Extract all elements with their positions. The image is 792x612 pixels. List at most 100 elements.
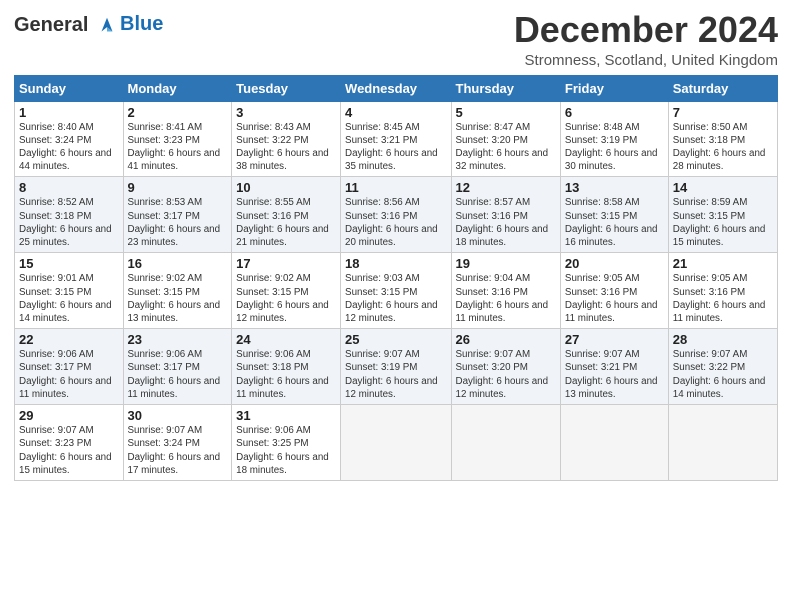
header: General Blue December 2024 Stromness, Sc… [14,10,778,69]
day-number: 5 [456,105,556,120]
cell-content: 23Sunrise: 9:06 AMSunset: 3:17 PMDayligh… [128,332,228,401]
calendar-cell: 8Sunrise: 8:52 AMSunset: 3:18 PMDaylight… [15,177,124,253]
daylight-label: Daylight: 6 hours and 12 minutes. [345,376,438,400]
cell-content: 8Sunrise: 8:52 AMSunset: 3:18 PMDaylight… [19,180,119,249]
daylight-label: Daylight: 6 hours and 16 minutes. [565,224,658,248]
sunset-label: Sunset: 3:16 PM [673,287,745,298]
calendar-cell: 10Sunrise: 8:55 AMSunset: 3:16 PMDayligh… [232,177,341,253]
cell-content: 13Sunrise: 8:58 AMSunset: 3:15 PMDayligh… [565,180,664,249]
cell-content: 20Sunrise: 9:05 AMSunset: 3:16 PMDayligh… [565,256,664,325]
sunset-label: Sunset: 3:24 PM [19,135,91,146]
calendar-cell: 21Sunrise: 9:05 AMSunset: 3:16 PMDayligh… [668,253,777,329]
calendar-week-4: 22Sunrise: 9:06 AMSunset: 3:17 PMDayligh… [15,329,778,405]
sunrise-label: Sunrise: 8:48 AM [565,122,640,133]
day-number: 20 [565,256,664,271]
sunrise-label: Sunrise: 8:40 AM [19,122,94,133]
sunrise-label: Sunrise: 8:58 AM [565,197,640,208]
sunrise-label: Sunrise: 8:43 AM [236,122,311,133]
daylight-label: Daylight: 6 hours and 17 minutes. [128,452,221,476]
day-info: Sunrise: 8:40 AM Sunset: 3:24 PM Daylight:… [19,121,119,174]
calendar-cell [451,405,560,481]
day-info: Sunrise: 8:53 AMSunset: 3:17 PMDaylight:… [128,196,228,249]
calendar-cell: 13Sunrise: 8:58 AMSunset: 3:15 PMDayligh… [560,177,668,253]
day-info: Sunrise: 9:05 AMSunset: 3:16 PMDaylight:… [565,272,664,325]
cell-content: 4Sunrise: 8:45 AMSunset: 3:21 PMDaylight… [345,105,446,174]
daylight-label: Daylight: 6 hours and 38 minutes. [236,148,329,172]
day-header-sunday: Sunday [15,75,124,101]
sunset-label: Sunset: 3:21 PM [565,362,637,373]
sunrise-label: Sunrise: 8:41 AM [128,122,203,133]
day-info: Sunrise: 9:06 AMSunset: 3:25 PMDaylight:… [236,424,336,477]
sunrise-label: Sunrise: 9:07 AM [345,349,420,360]
daylight-label: Daylight: 6 hours and 41 minutes. [128,148,221,172]
cell-content: 16Sunrise: 9:02 AMSunset: 3:15 PMDayligh… [128,256,228,325]
day-number: 12 [456,180,556,195]
cell-content: 6Sunrise: 8:48 AMSunset: 3:19 PMDaylight… [565,105,664,174]
day-info: Sunrise: 9:06 AMSunset: 3:17 PMDaylight:… [19,348,119,401]
cell-content: 28Sunrise: 9:07 AMSunset: 3:22 PMDayligh… [673,332,773,401]
calendar-cell: 18Sunrise: 9:03 AMSunset: 3:15 PMDayligh… [341,253,451,329]
sunrise-label: Sunrise: 9:07 AM [19,425,94,436]
day-number: 8 [19,180,119,195]
sunrise-label: Sunrise: 9:07 AM [456,349,531,360]
title-block: December 2024 Stromness, Scotland, Unite… [514,10,778,69]
sunset-label: Sunset: 3:15 PM [128,287,200,298]
sunset-label: Sunset: 3:16 PM [456,287,528,298]
day-info: Sunrise: 8:48 AMSunset: 3:19 PMDaylight:… [565,121,664,174]
day-number: 29 [19,408,119,423]
cell-content: 9Sunrise: 8:53 AMSunset: 3:17 PMDaylight… [128,180,228,249]
sunrise-label: Sunrise: 9:07 AM [673,349,748,360]
daylight-label: Daylight: 6 hours and 11 minutes. [456,300,549,324]
daylight-label: Daylight: 6 hours and 44 minutes. [19,148,112,172]
day-info: Sunrise: 9:04 AMSunset: 3:16 PMDaylight:… [456,272,556,325]
sunset-label: Sunset: 3:22 PM [236,135,308,146]
day-number: 17 [236,256,336,271]
sunrise-label: Sunrise: 8:47 AM [456,122,531,133]
sunset-label: Sunset: 3:15 PM [19,287,91,298]
day-info: Sunrise: 8:45 AM Sunset: 3:21 PM Daylight:… [345,121,446,174]
calendar-week-3: 15Sunrise: 9:01 AMSunset: 3:15 PMDayligh… [15,253,778,329]
sunrise-label: Sunrise: 8:45 AM [345,122,420,133]
main-title: December 2024 [514,10,778,50]
cell-content: 15Sunrise: 9:01 AMSunset: 3:15 PMDayligh… [19,256,119,325]
day-number: 18 [345,256,446,271]
calendar-cell [560,405,668,481]
day-header-wednesday: Wednesday [341,75,451,101]
daylight-label: Daylight: 6 hours and 35 minutes. [345,148,438,172]
day-info: Sunrise: 8:55 AMSunset: 3:16 PMDaylight:… [236,196,336,249]
calendar-table: SundayMondayTuesdayWednesdayThursdayFrid… [14,75,778,481]
sunrise-label: Sunrise: 9:06 AM [236,425,311,436]
day-number: 28 [673,332,773,347]
sunset-label: Sunset: 3:16 PM [345,211,417,222]
daylight-label: Daylight: 6 hours and 11 minutes. [19,376,112,400]
sunset-label: Sunset: 3:17 PM [19,362,91,373]
day-number: 26 [456,332,556,347]
cell-content: 14Sunrise: 8:59 AMSunset: 3:15 PMDayligh… [673,180,773,249]
calendar-cell: 1Sunrise: 8:40 AMSunset: 3:24 PMDaylight… [15,101,124,177]
day-number: 10 [236,180,336,195]
cell-content: 7Sunrise: 8:50 AMSunset: 3:18 PMDaylight… [673,105,773,174]
sunrise-label: Sunrise: 9:03 AM [345,273,420,284]
cell-content: 26Sunrise: 9:07 AMSunset: 3:20 PMDayligh… [456,332,556,401]
calendar-week-2: 8Sunrise: 8:52 AMSunset: 3:18 PMDaylight… [15,177,778,253]
daylight-label: Daylight: 6 hours and 30 minutes. [565,148,658,172]
page-container: General Blue December 2024 Stromness, Sc… [0,0,792,487]
calendar-cell: 5Sunrise: 8:47 AMSunset: 3:20 PMDaylight… [451,101,560,177]
sunset-label: Sunset: 3:19 PM [345,362,417,373]
day-info: Sunrise: 9:07 AMSunset: 3:22 PMDaylight:… [673,348,773,401]
calendar-cell: 29Sunrise: 9:07 AMSunset: 3:23 PMDayligh… [15,405,124,481]
calendar-cell: 15Sunrise: 9:01 AMSunset: 3:15 PMDayligh… [15,253,124,329]
cell-content: 22Sunrise: 9:06 AMSunset: 3:17 PMDayligh… [19,332,119,401]
cell-content: 1Sunrise: 8:40 AMSunset: 3:24 PMDaylight… [19,105,119,174]
sunset-label: Sunset: 3:16 PM [236,211,308,222]
day-number: 15 [19,256,119,271]
day-info: Sunrise: 9:07 AMSunset: 3:24 PMDaylight:… [128,424,228,477]
day-number: 9 [128,180,228,195]
daylight-label: Daylight: 6 hours and 15 minutes. [673,224,766,248]
calendar-cell: 22Sunrise: 9:06 AMSunset: 3:17 PMDayligh… [15,329,124,405]
day-number: 14 [673,180,773,195]
daylight-label: Daylight: 6 hours and 23 minutes. [128,224,221,248]
sunset-label: Sunset: 3:21 PM [345,135,417,146]
calendar-cell: 20Sunrise: 9:05 AMSunset: 3:16 PMDayligh… [560,253,668,329]
sunset-label: Sunset: 3:15 PM [673,211,745,222]
